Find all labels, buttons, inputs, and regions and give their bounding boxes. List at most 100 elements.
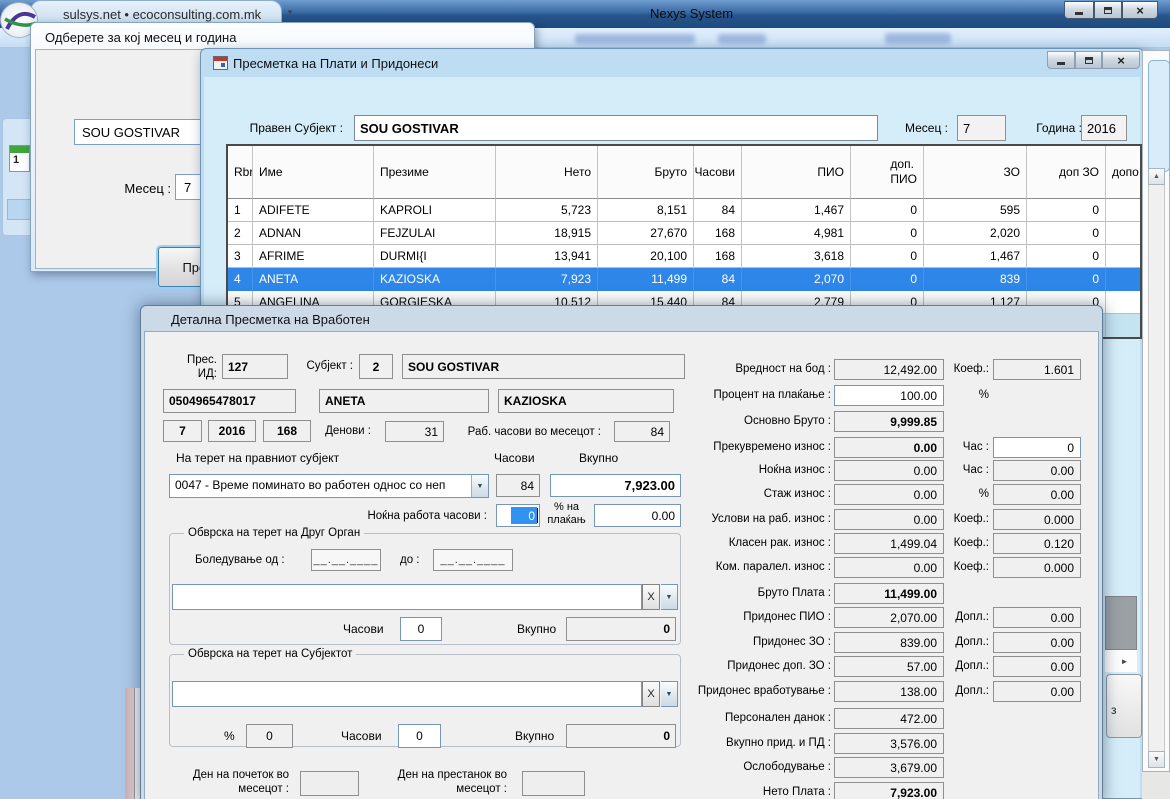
table-row-cell: ADIFETE (253, 199, 374, 222)
table-row-cell: 18,915 (496, 222, 598, 245)
hours-box: 168 (263, 420, 311, 442)
table-row[interactable]: 1ADIFETEKAPROLI5,7238,151841,46705950 (228, 199, 1140, 222)
field-secondary-value-box: 0.00 (993, 484, 1081, 505)
subject-label: Правен Субјект : (243, 121, 343, 135)
table-row-cell: 168 (694, 245, 742, 268)
scroll-down-icon[interactable]: ▼ (1148, 751, 1165, 768)
field-secondary-value-box[interactable]: 0 (993, 437, 1081, 458)
month-label: Месец : (121, 181, 171, 196)
work-hours-box: 84 (614, 421, 670, 442)
other-org-combobox[interactable] (172, 584, 642, 610)
field-secondary-label: Коеф.: (954, 513, 989, 525)
maximize-button[interactable] (1075, 51, 1102, 69)
table-row-cell: AFRIME (253, 245, 374, 268)
table-row-cell: 0 (851, 268, 924, 291)
table-header-row-cell: Име (253, 146, 374, 199)
field-value-box: 0.00 (834, 484, 944, 505)
hours-column-label: Часови (494, 451, 535, 465)
table-row-cell: 3,618 (742, 245, 851, 268)
subject-obligation-dropdown[interactable] (661, 681, 678, 707)
chevron-down-icon[interactable] (471, 475, 488, 497)
detail-window-title: Детална Пресметка на Вработен (171, 312, 370, 327)
close-button[interactable]: × (1122, 1, 1158, 19)
night-hours-input[interactable]: 0 (496, 504, 540, 527)
field-value-box: 0.00 (834, 460, 944, 481)
table-row-cell: 1,467 (924, 245, 1027, 268)
subject-pct-box: 0 (246, 724, 293, 748)
subject-obligation-combobox[interactable] (172, 681, 642, 707)
field-value-box: 472.00 (834, 708, 944, 729)
menu-item-blur (885, 33, 951, 44)
other-org-total-label: Вкупно (517, 622, 556, 636)
work-type-total-box: 7,923.00 (550, 474, 681, 497)
start-day-label: Ден на почеток во месецот : (182, 769, 289, 797)
field-label: Придонес ЗО : (753, 636, 831, 648)
work-type-combobox[interactable]: 0047 - Време поминато во работен однос с… (169, 474, 489, 498)
other-org-hours-input[interactable]: 0 (400, 617, 442, 641)
subject-hours-input[interactable]: 0 (398, 724, 441, 748)
field-secondary-label: Коеф.: (954, 537, 989, 549)
close-button[interactable]: × (1102, 51, 1140, 69)
sick-to-input[interactable]: __.__.____ (433, 549, 513, 571)
month-input[interactable]: 7 (957, 115, 1006, 141)
table-row[interactable]: 2ADNANFEJZULAI18,91527,6701684,98102,020… (228, 222, 1140, 245)
vertical-scrollbar[interactable] (1148, 168, 1165, 768)
work-type-value: 0047 - Време поминато во работен однос с… (170, 475, 471, 497)
sick-from-input[interactable]: __.__.____ (311, 549, 381, 571)
field-secondary-value-box: 0.00 (993, 607, 1081, 628)
table-row-cell: 20,100 (598, 245, 694, 268)
table-row-cell: 168 (694, 222, 742, 245)
subject-total-label: Вкупно (515, 729, 554, 743)
table-row-cell: 13,941 (496, 245, 598, 268)
detail-field-row: Ноќна износ :0.00Час :0.00 (701, 460, 1101, 481)
table-header-row-cell: ПИО (742, 146, 851, 199)
field-value-box[interactable]: 100.00 (834, 385, 944, 406)
menu-item-blur (575, 34, 695, 44)
calendar-icon[interactable]: 1 (9, 145, 30, 172)
month-dialog-title: Одберете за кој месец и година (45, 30, 236, 45)
field-label: Придонес ПИО : (743, 611, 831, 623)
panel-selected-item[interactable] (7, 199, 32, 220)
maximize-button[interactable] (1094, 1, 1122, 19)
other-org-dropdown[interactable] (661, 584, 678, 610)
clear-button[interactable]: X (642, 584, 660, 610)
scrollbar-fragment[interactable] (1105, 596, 1137, 650)
subject-code-box: 2 (359, 354, 393, 379)
start-day-input[interactable] (300, 771, 359, 796)
clear-button[interactable]: X (642, 681, 660, 707)
table-header-row: RbrИмеПрезимеНетоБрутоЧасовиПИОдоп. ПИОЗ… (228, 146, 1140, 199)
partial-button[interactable]: з (1106, 674, 1142, 738)
minimize-button[interactable] (1047, 51, 1075, 69)
field-secondary-value-box: 0.000 (993, 557, 1081, 578)
table-row-cell: KAPROLI (374, 199, 496, 222)
screen: Nexys System × sulsys.net • ecoconsultin… (0, 0, 1170, 799)
end-day-input[interactable] (522, 771, 585, 796)
night-pct-input[interactable]: 0.00 (594, 504, 681, 527)
detail-field-row: Придонес ЗО :839.00Допл.:0.00 (701, 632, 1101, 653)
first-name-box: ANETA (319, 389, 489, 413)
end-day-label: Ден на престанок во месецот : (391, 769, 507, 797)
work-hours-label: Раб. часови во месецот : (446, 426, 601, 438)
scroll-right-icon[interactable]: ► (1117, 653, 1132, 669)
chevron-down-icon[interactable] (661, 682, 677, 706)
table-row-cell: 84 (694, 268, 742, 291)
other-org-group-title: Обврска на терет на Друг Орган (184, 527, 364, 539)
year-input[interactable]: 2016 (1081, 115, 1127, 141)
mdi-tab-fragment[interactable] (1148, 60, 1170, 172)
table-row[interactable]: 3AFRIMEDURMI{I13,94120,1001683,61801,467… (228, 245, 1140, 268)
detail-field-row: Ослободување :3,679.00 (701, 757, 1101, 778)
table-header-row-cell: Презиме (374, 146, 496, 199)
subject-input[interactable]: SOU GOSTIVAR (354, 115, 878, 141)
table-row[interactable]: 4ANETAKAZIOSKA7,92311,499842,07008390 (228, 268, 1140, 291)
table-row-cell: 5,723 (496, 199, 598, 222)
field-secondary-value-box: 0.000 (993, 509, 1081, 530)
chevron-down-icon[interactable] (661, 585, 677, 609)
tab-dropdown-icon[interactable]: ▼ (286, 8, 294, 17)
browser-tab-title: sulsys.net • ecoconsulting.com.mk (63, 7, 261, 22)
minimize-button[interactable] (1064, 1, 1094, 19)
field-label: Вкупно прид. и ПД : (726, 737, 831, 749)
scroll-up-icon[interactable]: ▲ (1148, 168, 1165, 185)
table-header-row-cell: ЗО (924, 146, 1027, 199)
close-icon: × (1136, 4, 1144, 17)
table-row-cell: 84 (694, 199, 742, 222)
